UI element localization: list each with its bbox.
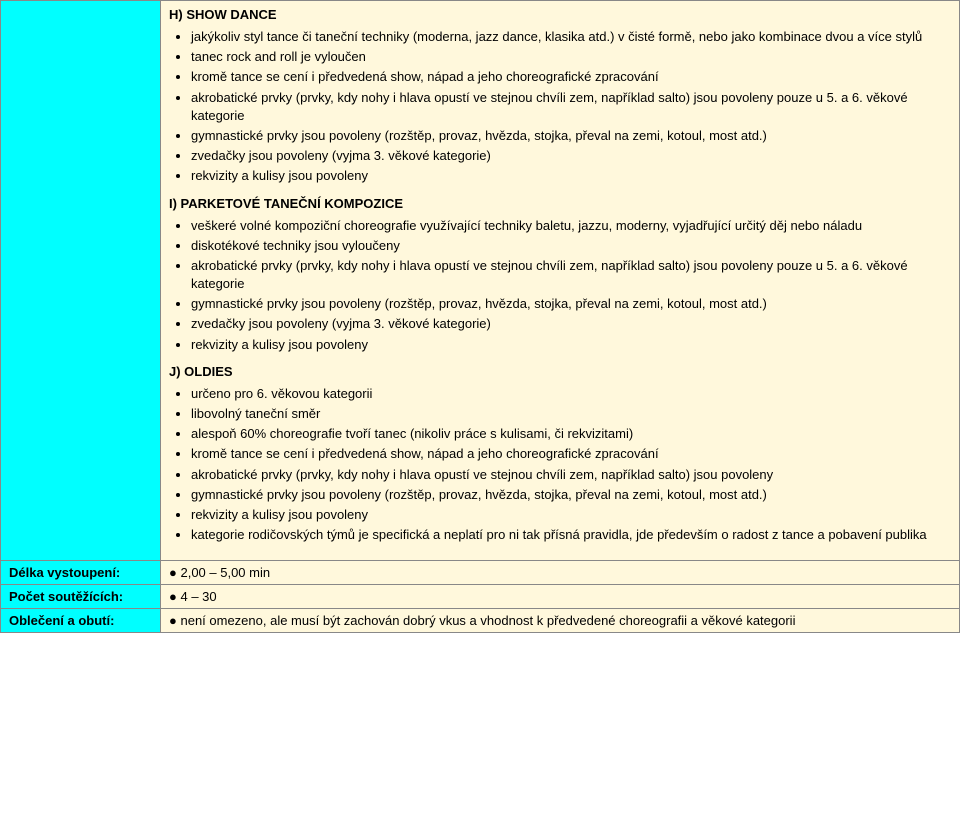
duration-row: Délka vystoupení: ● 2,00 – 5,00 min: [1, 561, 960, 585]
list-item: kromě tance se cení i předvedená show, n…: [191, 68, 951, 86]
list-item: kategorie rodičovských týmů je specifick…: [191, 526, 951, 544]
section-h-list: jakýkoliv styl tance či taneční techniky…: [169, 28, 951, 186]
section-h-title: H) SHOW DANCE: [169, 7, 951, 22]
section-i-list: veškeré volné kompoziční choreografie vy…: [169, 217, 951, 354]
duration-value: 2,00 – 5,00 min: [180, 565, 270, 580]
section-j-list: určeno pro 6. věkovou kategorii libovoln…: [169, 385, 951, 545]
rules-table: H) SHOW DANCE jakýkoliv styl tance či ta…: [0, 0, 960, 633]
list-item: jakýkoliv styl tance či taneční techniky…: [191, 28, 951, 46]
section-j-title: J) OLDIES: [169, 364, 951, 379]
list-item: tanec rock and roll je vyloučen: [191, 48, 951, 66]
list-item: zvedačky jsou povoleny (vyjma 3. věkové …: [191, 147, 951, 165]
list-item: rekvizity a kulisy jsou povoleny: [191, 336, 951, 354]
list-item: gymnastické prvky jsou povoleny (rozštěp…: [191, 127, 951, 145]
list-item: určeno pro 6. věkovou kategorii: [191, 385, 951, 403]
list-item: alespoň 60% choreografie tvoří tanec (ni…: [191, 425, 951, 443]
clothing-label: Oblečení a obutí:: [1, 609, 161, 633]
bullet-icon: ●: [169, 589, 177, 604]
list-item: libovolný taneční směr: [191, 405, 951, 423]
list-item: veškeré volné kompoziční choreografie vy…: [191, 217, 951, 235]
list-item: diskotékové techniky jsou vyloučeny: [191, 237, 951, 255]
count-value-cell: ● 4 – 30: [161, 585, 960, 609]
list-item: gymnastické prvky jsou povoleny (rozštěp…: [191, 486, 951, 504]
sections-content-cell: H) SHOW DANCE jakýkoliv styl tance či ta…: [161, 1, 960, 561]
duration-value-cell: ● 2,00 – 5,00 min: [161, 561, 960, 585]
list-item: rekvizity a kulisy jsou povoleny: [191, 506, 951, 524]
clothing-row: Oblečení a obutí: ● není omezeno, ale mu…: [1, 609, 960, 633]
sections-row: H) SHOW DANCE jakýkoliv styl tance či ta…: [1, 1, 960, 561]
clothing-value: není omezeno, ale musí být zachován dobr…: [180, 613, 795, 628]
bullet-icon: ●: [169, 565, 177, 580]
section-i-title: I) PARKETOVÉ TANEČNÍ KOMPOZICE: [169, 196, 951, 211]
list-item: akrobatické prvky (prvky, kdy nohy i hla…: [191, 257, 951, 293]
list-item: gymnastické prvky jsou povoleny (rozštěp…: [191, 295, 951, 313]
count-value: 4 – 30: [180, 589, 216, 604]
list-item: akrobatické prvky (prvky, kdy nohy i hla…: [191, 89, 951, 125]
duration-label: Délka vystoupení:: [1, 561, 161, 585]
list-item: rekvizity a kulisy jsou povoleny: [191, 167, 951, 185]
list-item: kromě tance se cení i předvedená show, n…: [191, 445, 951, 463]
clothing-value-cell: ● není omezeno, ale musí být zachován do…: [161, 609, 960, 633]
list-item: akrobatické prvky (prvky, kdy nohy i hla…: [191, 466, 951, 484]
sections-label-cell: [1, 1, 161, 561]
count-row: Počet soutěžících: ● 4 – 30: [1, 585, 960, 609]
count-label: Počet soutěžících:: [1, 585, 161, 609]
bullet-icon: ●: [169, 613, 177, 628]
list-item: zvedačky jsou povoleny (vyjma 3. věkové …: [191, 315, 951, 333]
